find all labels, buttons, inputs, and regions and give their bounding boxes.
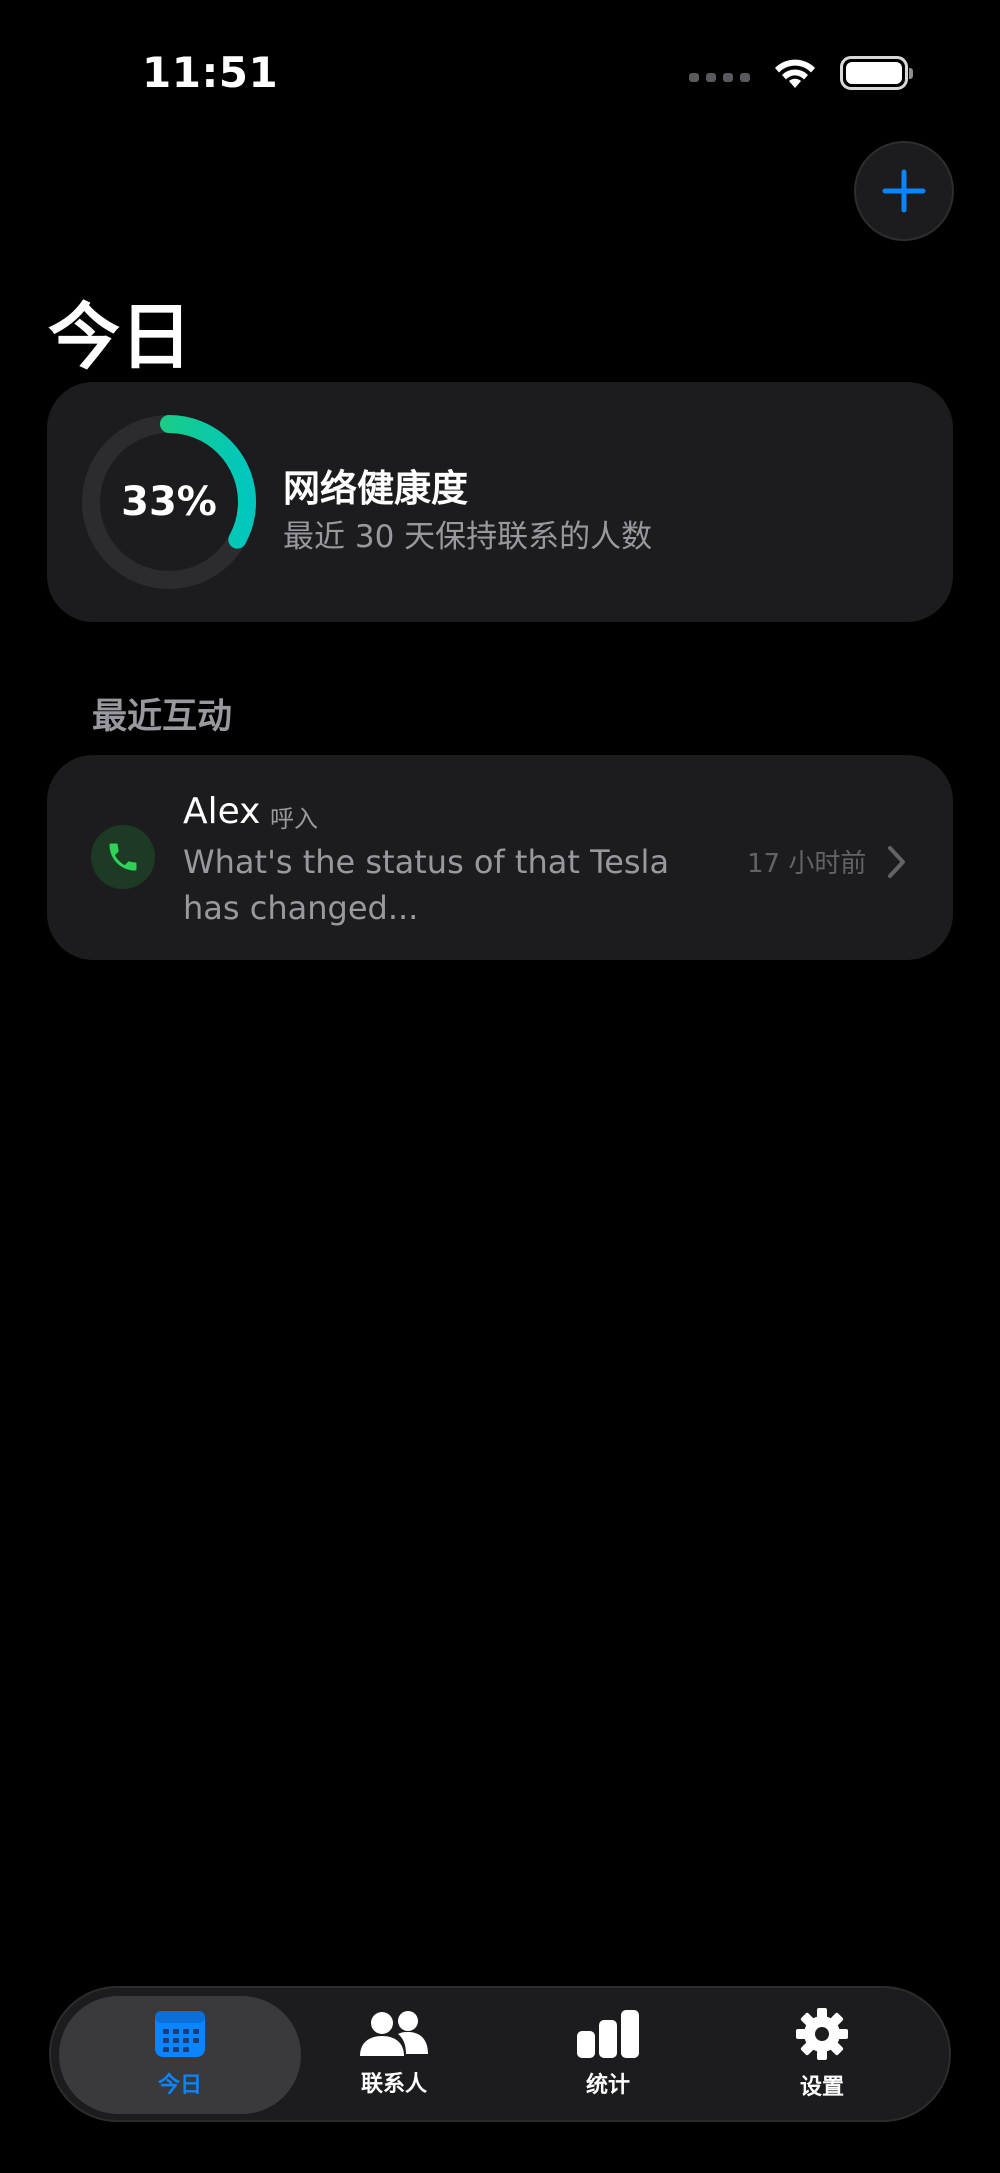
chevron-right-icon [888, 846, 905, 878]
status-indicators [689, 56, 913, 90]
phone-icon [109, 843, 137, 871]
incoming-call-badge [91, 825, 155, 889]
tab-bar: 今日 联系人 统计 设置 [49, 1986, 951, 2122]
people-icon [360, 2011, 428, 2056]
gear-icon [796, 2008, 848, 2060]
tab-settings[interactable]: 设置 [722, 1988, 922, 2120]
cellular-signal-icon [689, 72, 750, 82]
list-item[interactable]: Alex 呼入 What's the status of that Tesla … [47, 755, 953, 960]
health-subtitle: 最近 30 天保持联系的人数 [283, 519, 653, 555]
bar-chart-icon [577, 2010, 639, 2058]
interaction-message: What's the status of that Tesla has chan… [183, 843, 670, 927]
plus-icon [882, 169, 926, 213]
interaction-time: 17 小时前 [747, 849, 867, 879]
page-title: 今日 [48, 295, 193, 379]
tab-label: 联系人 [360, 2072, 427, 2097]
network-health-card[interactable]: 33% 网络健康度 最近 30 天保持联系的人数 [47, 382, 953, 622]
wifi-icon [775, 59, 815, 88]
today-screen: 11:51 今日 33% 网络健康度 最近 30 天保持联系的人数 最近互动 A… [0, 0, 1000, 2173]
tab-label: 统计 [585, 2073, 630, 2098]
tab-label: 今日 [157, 2073, 202, 2098]
battery-icon [840, 56, 913, 90]
tab-today[interactable]: 今日 [80, 1988, 280, 2120]
tab-statistics[interactable]: 统计 [508, 1988, 708, 2120]
health-title: 网络健康度 [283, 467, 468, 510]
recent-section-title: 最近互动 [92, 697, 233, 737]
tab-label: 设置 [799, 2075, 844, 2100]
status-time: 11:51 [142, 48, 279, 97]
add-button[interactable] [854, 141, 954, 241]
interaction-type: 呼入 [270, 805, 318, 833]
contact-name: Alex [183, 791, 261, 832]
calendar-icon [155, 2011, 205, 2057]
health-percent: 33% [121, 479, 217, 525]
tab-contacts[interactable]: 联系人 [294, 1988, 494, 2120]
